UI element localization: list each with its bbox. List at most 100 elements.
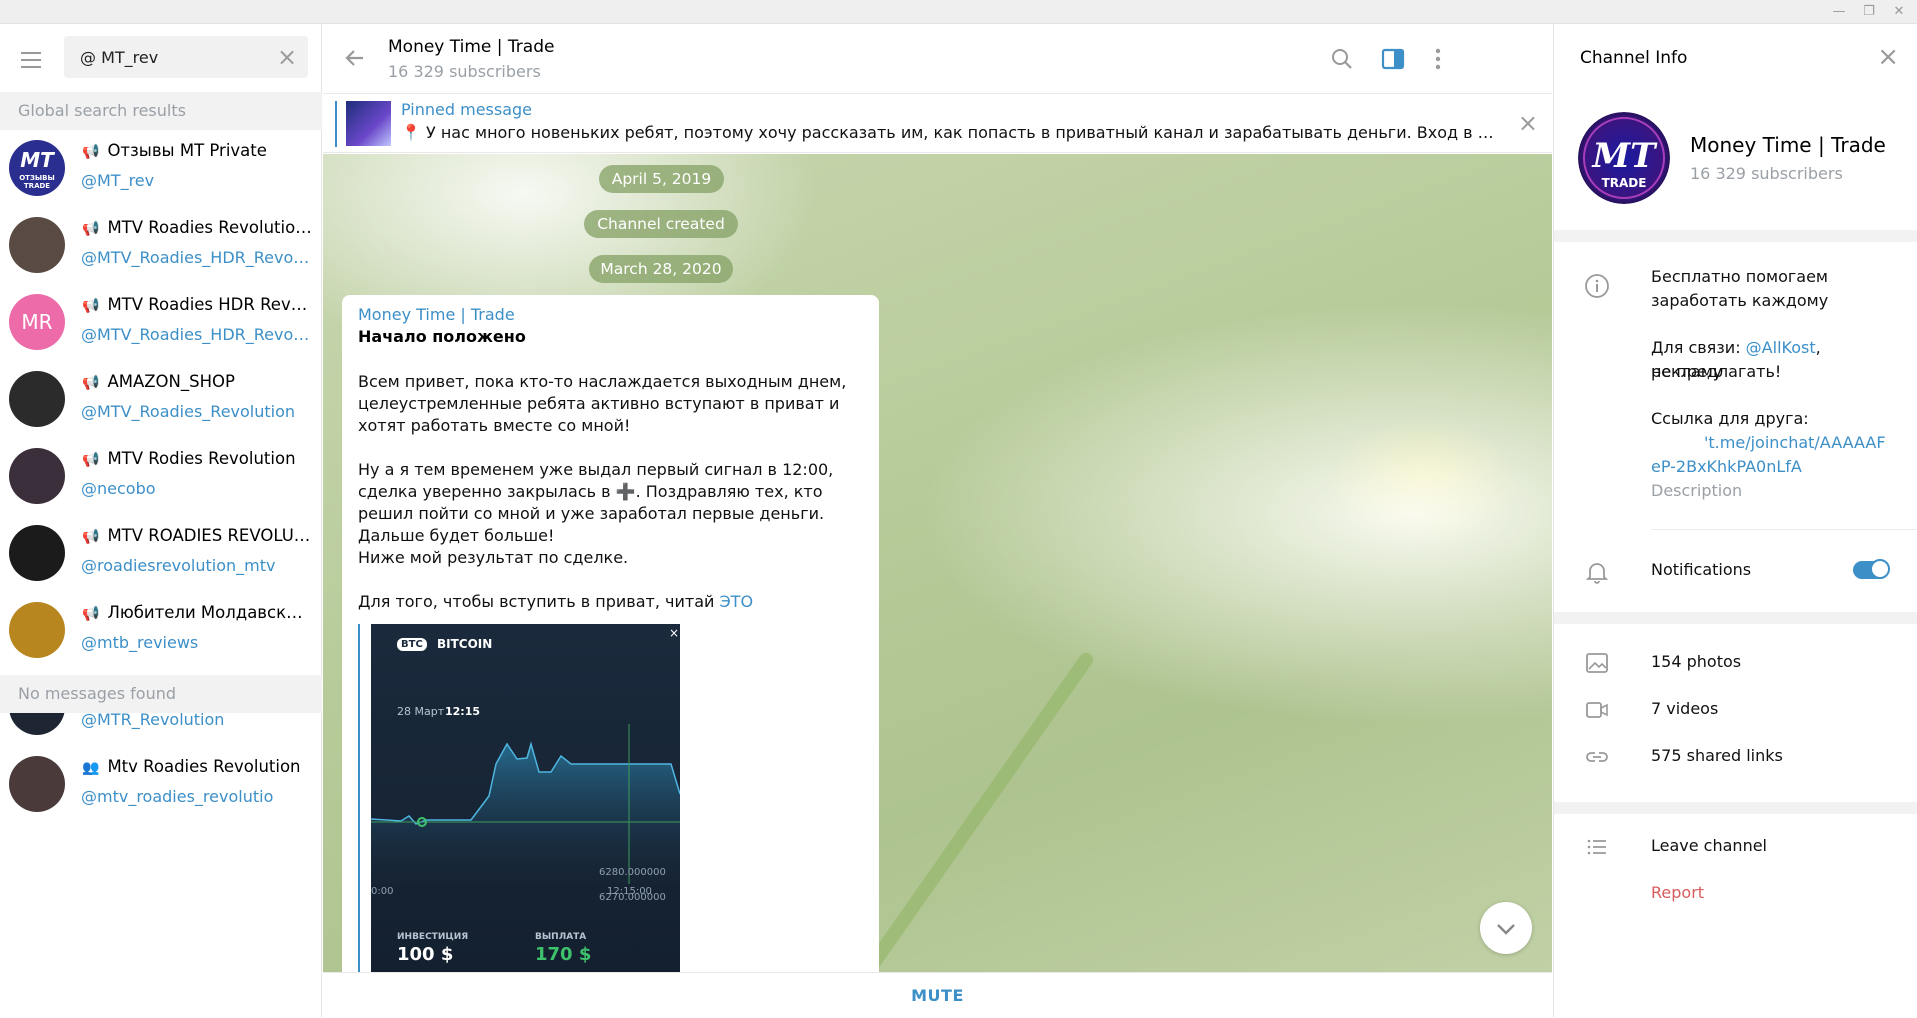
search-box[interactable]: × (64, 36, 308, 78)
chat-subscribers: 16 329 subscribers (388, 62, 541, 81)
search-sidebar: × Global search results MTОТЗЫВЫ TRADE 📢 О… (0, 24, 322, 1017)
pinned-message-bar[interactable]: Pinned message 📍 У нас много новеньких р… (323, 95, 1552, 153)
result-title: 📢 MTV Rodies Revolution (82, 449, 312, 468)
mute-button[interactable]: MUTE (323, 973, 1552, 1018)
close-info-icon[interactable]: × (1877, 42, 1899, 72)
divider (1554, 612, 1917, 624)
avatar: MR (9, 294, 65, 350)
search-result-item[interactable]: 📢 Любители Молдавских... @mtb_reviews (0, 592, 322, 669)
date-pill: March 28, 2020 (589, 255, 733, 283)
link-icon (1584, 744, 1610, 770)
result-title-text: Отзывы MT Private (107, 141, 267, 160)
result-title: 👥 Mtv Roadies Revolution (82, 757, 312, 776)
trade-screenshot[interactable]: BTC BITCOIN × 28 Март 12:15 6280.000000 … (371, 624, 680, 972)
no-messages-label: No messages found (0, 675, 322, 713)
price-chart (371, 724, 680, 884)
search-result-item[interactable]: MT ОТЗЫВЫ TRADE 📢 Отзывы MT Private @MT_rev (0, 130, 322, 207)
photos-link[interactable]: 154 photos (1651, 652, 1741, 671)
result-handle: @MTV_Roadies_HDR_Revolu... (81, 325, 311, 344)
clear-search-icon[interactable]: × (276, 45, 298, 69)
divider (1554, 230, 1917, 242)
notifications-toggle[interactable] (1853, 559, 1890, 579)
scroll-down-button[interactable] (1480, 902, 1532, 954)
minimize-button[interactable]: — (1825, 0, 1853, 24)
message-link[interactable]: ЭТО (720, 592, 754, 611)
result-title-text: Любители Молдавских... (107, 603, 312, 622)
contact-link[interactable]: @AllKost (1746, 338, 1816, 357)
close-pinned-icon[interactable]: × (1518, 109, 1538, 137)
description-caption: Description (1651, 481, 1743, 500)
search-result-item[interactable]: 👥 Mtv Roadies Revolution @mtv_roadies_revo… (0, 746, 322, 823)
sidebar-toggle-icon[interactable] (1378, 44, 1408, 74)
search-icon[interactable] (1327, 44, 1357, 74)
time-label: 0:00 (371, 886, 394, 897)
avatar-letters: MT (1592, 136, 1659, 176)
result-title-text: MTV ROADIES REVOLUTI... (107, 526, 312, 545)
result-handle: @mtv_roadies_revolutio (81, 787, 274, 806)
maximize-button[interactable]: ❐ (1855, 0, 1883, 24)
channel-subscribers: 16 329 subscribers (1690, 164, 1843, 183)
search-result-item[interactable]: 📢 AMAZON_SHOP @MTV_Roadies_Revolution (0, 361, 322, 438)
result-handle: @MT_rev (81, 171, 155, 190)
avatar (9, 756, 65, 812)
chat-title[interactable]: Money Time | Trade (388, 37, 554, 57)
megaphone-icon: 📢 (82, 606, 100, 622)
search-result-item[interactable]: 📢 MTV Rodies Revolution @necobo (0, 438, 322, 515)
result-title-text: MTV Roadies HDR Revol... (107, 295, 312, 314)
channel-info-panel: Channel Info × MT TRADE Money Time | Tra… (1553, 24, 1917, 1017)
trade-date: 28 Март (397, 705, 445, 718)
bell-icon (1584, 559, 1610, 585)
search-input[interactable] (80, 36, 270, 78)
shared-links-link[interactable]: 575 shared links (1651, 746, 1783, 765)
message-heading: Начало положено (358, 327, 526, 346)
search-result-item[interactable]: 📢 MTV Roadies Revolution ... @MTV_Roadies_… (0, 207, 322, 284)
result-title-text: Mtv Roadies Revolution (107, 757, 301, 776)
video-icon (1584, 697, 1610, 723)
divider-line (1651, 529, 1917, 530)
avatar (9, 371, 65, 427)
message-paragraph: Всем привет, пока кто-то наслаждается вы… (358, 372, 847, 435)
invest-value: 100 $ (397, 944, 454, 965)
channel-avatar[interactable]: MT TRADE (1578, 112, 1670, 204)
more-options-icon[interactable] (1423, 44, 1453, 74)
search-result-item[interactable]: MR 📢 MTV Roadies HDR Revol... @MTV_Roadies_… (0, 284, 322, 361)
window-titlebar: — ❐ ✕ (0, 0, 1917, 24)
trade-time: 12:15 (445, 705, 481, 718)
search-result-item[interactable]: 📢 MTV ROADIES REVOLUTI... @roadiesrevoluti… (0, 515, 322, 592)
avatar-subtext: ОТЗЫВЫ TRADE (19, 174, 55, 190)
notifications-label: Notifications (1651, 560, 1752, 579)
channel-info-title: Channel Info (1580, 48, 1688, 68)
videos-link[interactable]: 7 videos (1651, 699, 1718, 718)
result-title-text: MTV Rodies Revolution (107, 449, 296, 468)
megaphone-icon: 📢 (82, 375, 100, 391)
message-bubble[interactable]: Money Time | Trade Начало положено Всем … (342, 295, 879, 972)
avatar (9, 602, 65, 658)
btc-badge: BTC (397, 638, 427, 651)
chevron-down-icon (1497, 924, 1515, 935)
chat-header: Money Time | Trade 16 329 subscribers (323, 24, 1552, 94)
friend-link-label: Ссылка для друга: (1651, 409, 1809, 428)
list-icon (1584, 834, 1610, 860)
report-button[interactable]: Report (1651, 883, 1704, 902)
back-arrow-icon[interactable] (341, 44, 369, 72)
message-paragraph: Ну а я тем временем уже выдал первый сиг… (358, 460, 834, 545)
payout-value: 170 $ (535, 944, 592, 965)
message-author[interactable]: Money Time | Trade (358, 305, 515, 324)
result-handle: @roadiesrevolution_mtv (81, 556, 276, 575)
global-search-header: Global search results (0, 92, 322, 130)
result-title: 📢 Любители Молдавских... (82, 603, 312, 622)
invite-link[interactable]: 't.me/joinchat/AAAAAF (1651, 431, 1891, 455)
result-handle: @necobo (81, 479, 156, 498)
hamburger-menu-icon[interactable] (18, 50, 44, 70)
leave-channel-button[interactable]: Leave channel (1651, 836, 1767, 855)
close-window-button[interactable]: ✕ (1885, 0, 1913, 24)
avatar-initials: MR (21, 310, 53, 334)
asset-name: BITCOIN (437, 637, 493, 651)
invest-label: ИНВЕСТИЦИЯ (397, 932, 469, 942)
contact-line: не предлагать! (1651, 362, 1782, 381)
megaphone-icon: 📢 (82, 221, 100, 237)
photo-icon (1584, 650, 1610, 676)
invite-link[interactable]: eP-2BxKhkPA0nLfA (1651, 455, 1891, 479)
avatar (9, 217, 65, 273)
result-title-text: AMAZON_SHOP (107, 372, 235, 391)
